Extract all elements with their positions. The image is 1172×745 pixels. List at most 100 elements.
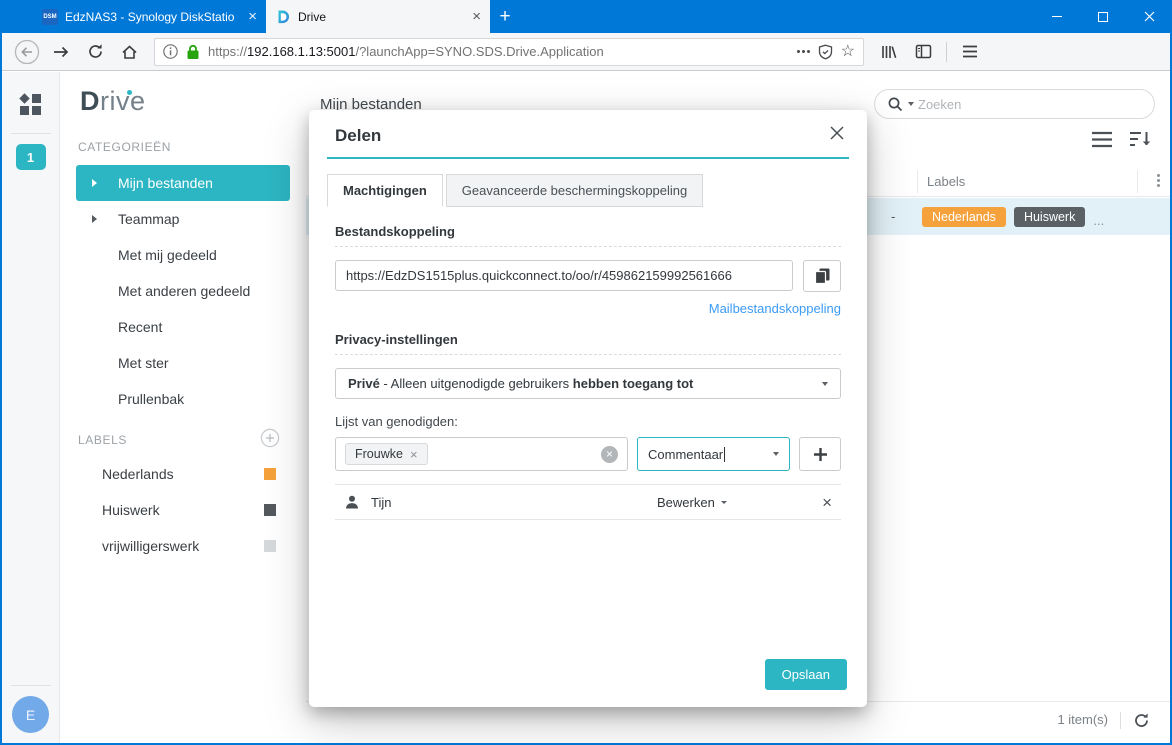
bookmark-star-icon[interactable]: ☆ — [841, 43, 855, 60]
permission-combo[interactable]: Commentaar — [637, 437, 790, 471]
status-divider — [1120, 712, 1121, 729]
search-input[interactable] — [918, 96, 1142, 112]
add-label-button[interactable] — [260, 428, 280, 451]
menu-button[interactable] — [955, 38, 985, 66]
dialog-close-button[interactable] — [829, 125, 845, 146]
remove-member-button[interactable]: × — [822, 494, 832, 511]
url-text[interactable]: https://192.168.1.13:5001/?launchApp=SYN… — [208, 44, 789, 59]
label-item-vrijwilligerswerk[interactable]: vrijwilligerswerk — [60, 528, 306, 564]
tab-machtigingen[interactable]: Machtigingen — [327, 174, 443, 207]
privacy-select[interactable]: Privé - Alleen uitgenodigde gebruikers h… — [335, 368, 841, 399]
clear-input-icon[interactable]: × — [601, 445, 618, 463]
label-name: Nederlands — [102, 466, 174, 482]
reload-button[interactable] — [80, 38, 110, 66]
add-invitee-button[interactable] — [799, 437, 841, 471]
url-bar[interactable]: https://192.168.1.13:5001/?launchApp=SYN… — [154, 37, 864, 66]
sidebar-item-mijn-bestanden[interactable]: Mijn bestanden — [76, 165, 290, 201]
member-permission-dropdown[interactable]: Bewerken — [657, 495, 727, 510]
mail-file-link[interactable]: Mailbestandskoppeling — [335, 301, 841, 316]
label-color-swatch — [264, 468, 276, 480]
tab-geavanceerde-beschermingskoppeling[interactable]: Geavanceerde beschermingskoppeling — [445, 174, 704, 207]
sidebar-item-teammap[interactable]: Teammap — [76, 201, 290, 237]
sidebar-item-label: Met anderen gedeeld — [118, 283, 251, 299]
labels-column-header[interactable]: Labels — [927, 174, 965, 189]
search-box[interactable] — [874, 89, 1155, 119]
tab-dsm[interactable]: DSM EdzNAS3 - Synology DiskStatio × — [33, 0, 266, 33]
label-name: Huiswerk — [102, 502, 160, 518]
expand-arrow-icon[interactable] — [92, 179, 97, 187]
sidebar-item-met-ster[interactable]: Met ster — [76, 345, 290, 381]
dropdown-caret-icon[interactable] — [773, 452, 779, 456]
shield-icon[interactable] — [818, 44, 833, 60]
logo-text: rive — [100, 86, 146, 116]
close-icon — [1144, 11, 1154, 22]
tab-close-icon[interactable]: × — [248, 9, 257, 24]
user-avatar[interactable]: E — [12, 696, 49, 733]
invitee-input[interactable]: Frouwke × × — [335, 437, 628, 471]
labels-header: LABELS — [78, 432, 127, 447]
tab-title: Drive — [298, 9, 327, 24]
window-controls — [1034, 0, 1172, 33]
minimize-button[interactable] — [1034, 0, 1080, 33]
dialog-tabs: Machtigingen Geavanceerde beschermingsko… — [327, 174, 867, 207]
plus-circle-icon — [260, 428, 280, 448]
tab-close-icon[interactable]: × — [472, 9, 481, 24]
refresh-icon[interactable] — [1133, 712, 1150, 729]
sidebar-item-label: Prullenbak — [118, 391, 185, 407]
search-icon[interactable] — [887, 96, 904, 113]
column-divider — [917, 170, 918, 193]
open-app-badge[interactable]: 1 — [15, 144, 46, 170]
privacy-value-middle: - Alleen uitgenodigde gebruikers — [379, 376, 573, 391]
combo-value: Commentaar — [648, 446, 724, 462]
forward-button[interactable] — [46, 38, 76, 66]
close-button[interactable] — [1126, 0, 1172, 33]
sidebar-item-label: Mijn bestanden — [118, 175, 213, 191]
label-item-nederlands[interactable]: Nederlands — [60, 456, 306, 492]
dsm-favicon-icon: DSM — [42, 8, 58, 25]
drive-logo: Drive — [80, 86, 146, 117]
url-host: 192.168.1.13:5001 — [247, 44, 356, 59]
privacy-value-bold: hebben toegang tot — [572, 376, 694, 391]
tab-drive[interactable]: Drive × — [266, 0, 490, 33]
browser-toolbar: https://192.168.1.13:5001/?launchApp=SYN… — [2, 33, 1170, 71]
invitee-chip-frouwke[interactable]: Frouwke × — [345, 443, 428, 465]
sidebar-toggle-button[interactable] — [908, 38, 938, 66]
browser-window: DSM EdzNAS3 - Synology DiskStatio × Driv… — [0, 0, 1172, 745]
maximize-button[interactable] — [1080, 0, 1126, 33]
chip-remove-icon[interactable]: × — [410, 448, 418, 461]
section-divider — [335, 354, 841, 355]
sidebar-item-met-anderen-gedeeld[interactable]: Met anderen gedeeld — [76, 273, 290, 309]
sort-icon[interactable] — [1129, 130, 1152, 148]
share-dialog: Delen Machtigingen Geavanceerde bescherm… — [309, 110, 867, 707]
page-info-icon[interactable] — [163, 44, 178, 59]
file-tag-huiswerk[interactable]: Huiswerk — [1013, 206, 1086, 227]
file-link-row — [335, 260, 841, 292]
save-button[interactable]: Opslaan — [764, 659, 847, 690]
secure-lock-icon[interactable] — [186, 44, 200, 60]
file-tag-nederlands[interactable]: Nederlands — [922, 206, 1006, 227]
column-options-icon[interactable] — [1149, 174, 1160, 187]
new-tab-button[interactable]: + — [490, 0, 520, 33]
library-button[interactable] — [874, 38, 904, 66]
copy-icon — [814, 268, 829, 285]
dropdown-caret-icon — [720, 500, 727, 504]
back-button[interactable] — [12, 38, 42, 66]
page-actions-icon[interactable] — [796, 50, 810, 53]
list-view-icon[interactable] — [1091, 131, 1113, 148]
home-button[interactable] — [114, 38, 144, 66]
copy-link-button[interactable] — [803, 260, 841, 292]
app-grid-icon[interactable] — [19, 93, 41, 115]
close-icon — [830, 126, 844, 140]
item-count: 1 item(s) — [1057, 712, 1108, 727]
sidebar-item-met-mij-gedeeld[interactable]: Met mij gedeeld — [76, 237, 290, 273]
app-rail: 1 E — [2, 72, 60, 743]
invitees-label: Lijst van genodigden: — [335, 414, 458, 429]
sidebar-item-recent[interactable]: Recent — [76, 309, 290, 345]
label-item-huiswerk[interactable]: Huiswerk — [60, 492, 306, 528]
rail-divider — [10, 685, 51, 686]
expand-arrow-icon[interactable] — [92, 215, 97, 223]
share-link-input[interactable] — [335, 260, 793, 291]
search-scope-caret-icon[interactable] — [908, 102, 914, 106]
sidebar-item-prullenbak[interactable]: Prullenbak — [76, 381, 290, 417]
privacy-section-title: Privacy-instellingen — [335, 332, 458, 347]
